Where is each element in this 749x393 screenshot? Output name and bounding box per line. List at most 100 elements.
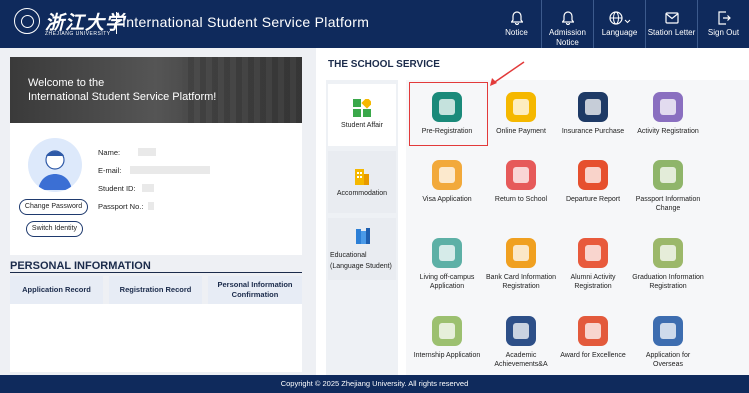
service-item[interactable]: Bank Card Information Registration — [484, 238, 558, 291]
service-label: Graduation Information Registration — [632, 274, 704, 290]
service-label: Return to School — [494, 196, 548, 203]
welcome-line-1: Welcome to the — [28, 77, 105, 89]
service-label: Bank Card Information Registration — [485, 274, 557, 290]
service-label: Application for Overseas — [645, 352, 691, 368]
nav-sign-out[interactable]: Sign Out — [697, 0, 749, 48]
name-value-redacted — [138, 148, 156, 156]
switch-identity-button[interactable]: Switch Identity — [26, 221, 83, 237]
service-item[interactable]: Alumni Activity Registration — [556, 238, 630, 291]
name-label: Name: — [98, 148, 121, 157]
footer: Copyright © 2025 Zhejiang University. Al… — [0, 375, 749, 393]
passport-value-redacted — [148, 202, 154, 210]
nav-notice[interactable]: Notice — [492, 0, 541, 48]
service-label: Academic Achievements&A — [494, 352, 548, 368]
application-record-button[interactable]: Application Record — [10, 276, 103, 304]
welcome-banner: Welcome to the International Student Ser… — [10, 57, 302, 123]
header-divider — [116, 12, 117, 34]
left-panel-blank — [10, 304, 302, 372]
service-icon — [653, 92, 683, 122]
service-label: Activity Registration — [637, 128, 699, 135]
category-label: Educational (Language Student) — [330, 252, 392, 270]
service-item[interactable]: Insurance Purchase — [556, 92, 630, 136]
service-label: Insurance Purchase — [561, 128, 625, 135]
service-label: Living off-campus Application — [419, 274, 475, 290]
service-icon — [653, 238, 683, 268]
nav-notice-label: Notice — [505, 28, 528, 37]
service-item[interactable]: Academic Achievements&A — [484, 316, 558, 375]
service-label: Alumni Activity Registration — [570, 274, 616, 290]
nav-station-letter-label: Station Letter — [647, 28, 696, 37]
mail-icon — [664, 12, 679, 24]
nav-sign-out-label: Sign Out — [707, 28, 740, 37]
building-icon — [355, 169, 369, 185]
service-label: Online Payment — [496, 128, 546, 135]
bell-icon — [561, 11, 574, 25]
sign-out-icon — [717, 11, 731, 25]
service-item[interactable]: Return to School — [484, 160, 558, 204]
grid-apps-icon — [353, 99, 371, 117]
university-logo-icon[interactable] — [14, 8, 40, 34]
globe-icon — [608, 11, 630, 25]
service-icon — [506, 238, 536, 268]
welcome-line-2: International Student Service Platform! — [28, 91, 217, 103]
nav-language[interactable]: Language — [593, 0, 645, 48]
avatar — [28, 138, 82, 192]
bell-icon — [510, 11, 523, 25]
nav-admission-notice-label: Admission Notice — [549, 28, 586, 47]
service-label: Departure Report — [565, 196, 621, 203]
personal-information-confirmation-button[interactable]: Personal Information Confirmation — [208, 276, 302, 304]
nav-station-letter[interactable]: Station Letter — [645, 0, 697, 48]
logo-english-text: ZHEJIANG UNIVERSITY — [45, 31, 111, 37]
service-label: Passport Information Change — [635, 196, 701, 212]
service-item[interactable]: Graduation Information Registration — [631, 238, 705, 291]
service-icon — [506, 92, 536, 122]
category-label: Student Affair — [341, 122, 383, 129]
service-item[interactable]: Activity Registration — [631, 92, 705, 136]
service-item[interactable]: Departure Report — [556, 160, 630, 204]
service-icon — [578, 92, 608, 122]
category-label: Accommodation — [336, 190, 388, 197]
nav-language-label: Language — [601, 28, 638, 37]
service-icon — [506, 160, 536, 190]
service-item[interactable]: Passport Information Change — [631, 160, 705, 213]
service-icon — [432, 238, 462, 268]
highlight-box — [409, 82, 488, 146]
service-item[interactable]: Internship Application — [410, 316, 484, 375]
section-divider — [10, 272, 302, 273]
nav-admission-notice[interactable]: Admission Notice — [541, 0, 593, 48]
user-avatar-icon — [38, 150, 72, 190]
service-label: Award for Excellence — [560, 352, 626, 359]
category-educational[interactable]: Educational (Language Student) — [328, 218, 396, 280]
registration-record-button[interactable]: Registration Record — [109, 276, 202, 304]
service-label: Visa Application — [422, 196, 472, 203]
personal-information-title: PERSONAL INFORMATION — [10, 260, 151, 272]
email-value-redacted — [130, 166, 210, 174]
service-icon — [432, 160, 462, 190]
top-header: 浙江大学 ZHEJIANG UNIVERSITY International S… — [0, 0, 749, 48]
email-label: E-mail: — [98, 166, 122, 175]
school-service-title: THE SCHOOL SERVICE — [328, 59, 440, 70]
copyright-text: Copyright © 2025 Zhejiang University. Al… — [280, 379, 469, 388]
change-password-button[interactable]: Change Password — [19, 199, 88, 215]
service-icon — [432, 316, 462, 346]
student-id-value-redacted — [142, 184, 154, 192]
category-student-affair[interactable]: Student Affair — [328, 84, 396, 146]
service-item[interactable]: Application for Overseas — [631, 316, 705, 375]
service-icon — [578, 160, 608, 190]
service-item[interactable]: Visa Application — [410, 160, 484, 204]
category-accommodation[interactable]: Accommodation — [328, 151, 396, 213]
service-item[interactable]: Online Payment — [484, 92, 558, 136]
service-icon — [578, 238, 608, 268]
student-id-label: Student ID: — [98, 184, 136, 193]
annotation-arrow-icon — [490, 61, 525, 86]
service-icon — [653, 316, 683, 346]
passport-label: Passport No.: — [98, 202, 144, 211]
site-title: International Student Service Platform — [122, 14, 370, 30]
service-item[interactable]: Living off-campus Application — [410, 238, 484, 291]
service-icon — [578, 316, 608, 346]
books-icon — [356, 228, 370, 244]
service-icon — [506, 316, 536, 346]
service-item[interactable]: Award for Excellence — [556, 316, 630, 375]
service-label: Internship Application — [413, 352, 481, 359]
service-icon — [653, 160, 683, 190]
